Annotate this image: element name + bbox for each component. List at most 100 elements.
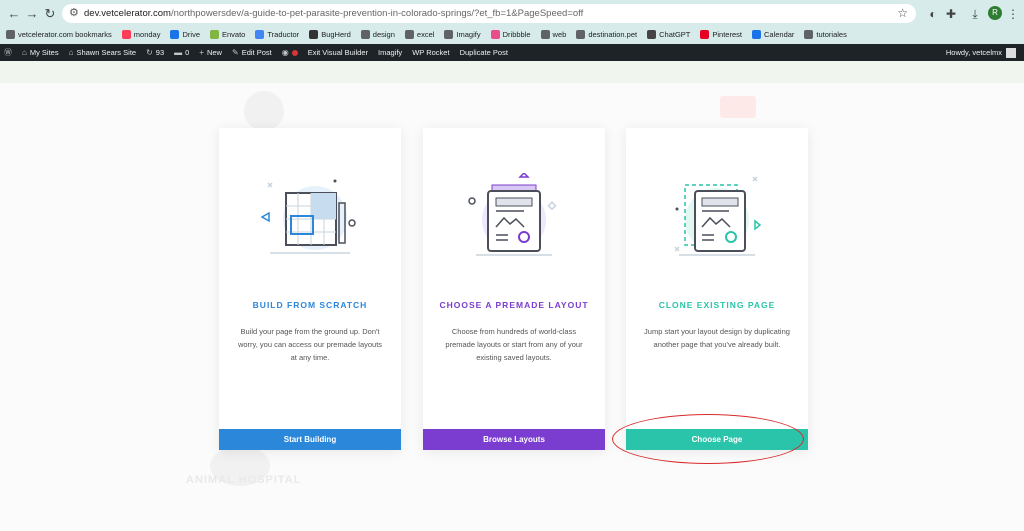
card-title: CHOOSE A PREMADE LAYOUT: [439, 300, 589, 310]
address-bar[interactable]: ⚙ dev.vetcelerator.com/northpowersdev/a-…: [62, 4, 916, 23]
puzzle-extensions-icon[interactable]: ✚: [944, 7, 958, 21]
build-from-scratch-illustration: [260, 179, 356, 254]
exit-visual-builder-link[interactable]: Exit Visual Builder: [308, 48, 368, 57]
start-building-button[interactable]: Start Building: [219, 429, 401, 450]
browser-toolbar: ← → ↻ ⚙ dev.vetcelerator.com/northpowers…: [0, 0, 1024, 44]
bookmark-icon: [804, 29, 814, 39]
bookmark-label: destination.pet: [588, 29, 638, 39]
bookmark-icon: [309, 29, 319, 39]
bookmark-icon: [700, 29, 710, 39]
faded-cta: [720, 96, 756, 118]
extension-icon[interactable]: ◐: [926, 7, 940, 21]
seo-status[interactable]: ◉: [282, 48, 298, 57]
yoast-icon: ◉: [281, 48, 289, 57]
home-icon: ⌂: [68, 48, 74, 57]
bookmark-icon: [210, 29, 219, 39]
choose-page-button[interactable]: Choose Page: [626, 429, 808, 450]
card-description: Choose from hundreds of world-class prem…: [445, 327, 583, 362]
bookmark-label: monday: [133, 29, 161, 39]
bookmark-icon: [255, 29, 265, 39]
bookmark-label: Calendar: [763, 29, 795, 39]
site-info-icon[interactable]: ⚙: [69, 6, 79, 21]
comment-icon: ▬: [174, 48, 183, 57]
card-title: CLONE EXISTING PAGE: [658, 300, 776, 310]
card-description: Jump start your layout design by duplica…: [644, 327, 790, 349]
faded-site-logo-text: ANIMAL HOSPITAL: [186, 474, 302, 486]
choose-premade-layout-card: CHOOSE A PREMADE LAYOUT Choose from hund…: [423, 128, 605, 450]
bookmark-label: design: [372, 29, 395, 39]
user-avatar: [1006, 47, 1016, 58]
bookmark-label: web: [552, 29, 567, 39]
bookmark-label: BugHerd: [321, 29, 351, 39]
bookmark-icon: [647, 29, 657, 39]
my-sites-menu[interactable]: ⌂ My Sites: [22, 48, 59, 57]
bookmark-item[interactable]: Drive: [170, 29, 200, 39]
bookmark-icon: [576, 29, 586, 39]
forward-arrow-icon[interactable]: →: [24, 6, 40, 22]
pencil-icon: ✎: [231, 48, 239, 57]
bookmark-item[interactable]: monday: [121, 29, 161, 39]
download-icon[interactable]: ⤓: [968, 7, 982, 21]
faded-logo: [244, 91, 284, 131]
new-content-menu[interactable]: + New: [199, 48, 222, 57]
duplicate-post-link[interactable]: Duplicate Post: [460, 48, 508, 57]
wp-rocket-menu[interactable]: WP Rocket: [412, 48, 449, 57]
menu-kebab-icon[interactable]: ⋮: [1006, 7, 1020, 21]
bookmark-label: Traductor: [267, 29, 300, 39]
bookmark-label: Envato: [222, 29, 246, 39]
bookmark-item[interactable]: design: [360, 29, 395, 39]
reload-icon[interactable]: ↻: [42, 6, 58, 22]
back-arrow-icon[interactable]: ←: [6, 6, 22, 22]
bookmark-item[interactable]: tutoriales: [804, 29, 847, 39]
bookmark-item[interactable]: web: [540, 29, 567, 39]
bookmark-icon: [404, 29, 414, 39]
url-text: dev.vetcelerator.com/northpowersdev/a-gu…: [84, 8, 584, 19]
bookmark-label: ChatGPT: [659, 29, 691, 39]
bookmark-item[interactable]: Imagify: [444, 29, 481, 39]
card-description: Build your page from the ground up. Don'…: [237, 327, 383, 362]
updates-menu[interactable]: ↻ 93: [146, 48, 164, 57]
faded-site-header: [0, 61, 1024, 83]
edit-post-link[interactable]: ✎ Edit Post: [232, 48, 272, 57]
clone-page-illustration: [674, 176, 762, 256]
bookmark-icon: [360, 29, 370, 39]
sites-icon: ⌂: [22, 48, 27, 57]
bookmark-item[interactable]: Calendar: [751, 29, 795, 39]
bookmark-icon: [444, 29, 454, 39]
status-dot: [291, 49, 298, 56]
bookmark-label: tutoriales: [816, 29, 847, 39]
bookmark-item[interactable]: excel: [404, 29, 435, 39]
wp-logo-icon[interactable]: Ⓦ: [4, 47, 12, 58]
bookmark-item[interactable]: BugHerd: [309, 29, 351, 39]
bookmark-item[interactable]: Traductor: [255, 29, 300, 39]
bookmark-item[interactable]: ChatGPT: [647, 29, 691, 39]
bookmarks-bar: vetcelerator.com bookmarks monday Drive Env…: [0, 26, 1024, 42]
bookmark-icon: [490, 29, 500, 39]
bookmark-label: Drive: [182, 29, 200, 39]
bookmark-label: excel: [416, 29, 435, 39]
imagify-menu[interactable]: Imagify: [378, 48, 402, 57]
browse-layouts-button[interactable]: Browse Layouts: [423, 429, 605, 450]
bookmark-item[interactable]: Pinterest: [700, 29, 742, 39]
bookmark-icon: [170, 29, 180, 39]
profile-avatar[interactable]: R: [988, 6, 1002, 20]
clone-existing-page-card: CLONE EXISTING PAGE Jump start your layo…: [626, 128, 808, 450]
bookmark-label: Pinterest: [712, 29, 742, 39]
card-title: BUILD FROM SCRATCH: [252, 300, 368, 310]
bookmark-label: Dribbble: [502, 29, 531, 39]
bookmark-item[interactable]: Dribbble: [490, 29, 531, 39]
account-menu[interactable]: Howdy, vetcelmx: [946, 44, 1016, 61]
bookmark-item[interactable]: destination.pet: [576, 29, 638, 39]
comments-menu[interactable]: ▬ 0: [174, 48, 189, 57]
bookmark-item[interactable]: vetcelerator.com bookmarks: [6, 29, 112, 39]
bookmark-icon: [751, 29, 761, 39]
bookmark-item[interactable]: Envato: [210, 29, 246, 39]
plus-icon: +: [199, 48, 204, 57]
bookmark-star-icon[interactable]: ☆: [897, 5, 908, 22]
site-name-menu[interactable]: ⌂ Shawn Sears Site: [69, 48, 136, 57]
bookmark-label: vetcelerator.com bookmarks: [18, 29, 112, 39]
bookmark-icon: [6, 29, 15, 39]
wp-admin-bar: Ⓦ ⌂ My Sites ⌂ Shawn Sears Site ↻ 93 ▬ 0 + Ne…: [0, 44, 1024, 61]
bookmark-icon: [121, 29, 131, 39]
updates-icon: ↻: [146, 48, 153, 57]
